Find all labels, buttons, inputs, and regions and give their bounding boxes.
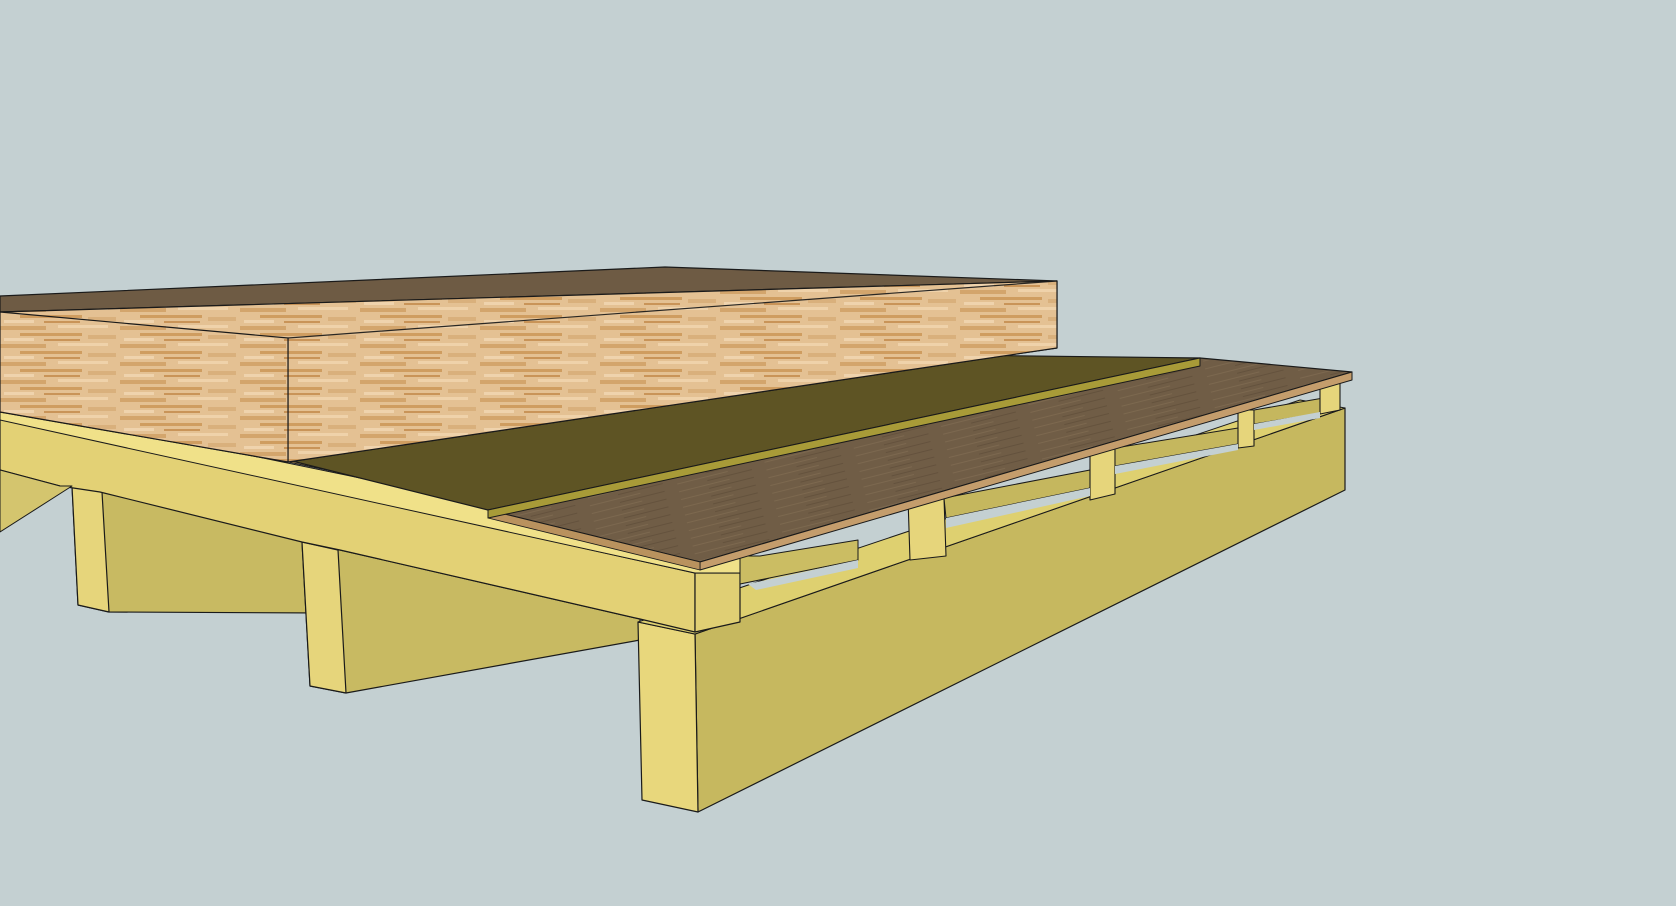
- joist-right-c-front: [1237, 409, 1255, 449]
- floor-assembly-3d-model[interactable]: [0, 0, 1676, 906]
- joist-right-b-front: [1089, 447, 1116, 501]
- model-viewport[interactable]: [0, 0, 1676, 906]
- girder-beam-front: [637, 621, 699, 813]
- rim-joist-front-face: [694, 572, 741, 633]
- joist-middle-front: [301, 541, 347, 694]
